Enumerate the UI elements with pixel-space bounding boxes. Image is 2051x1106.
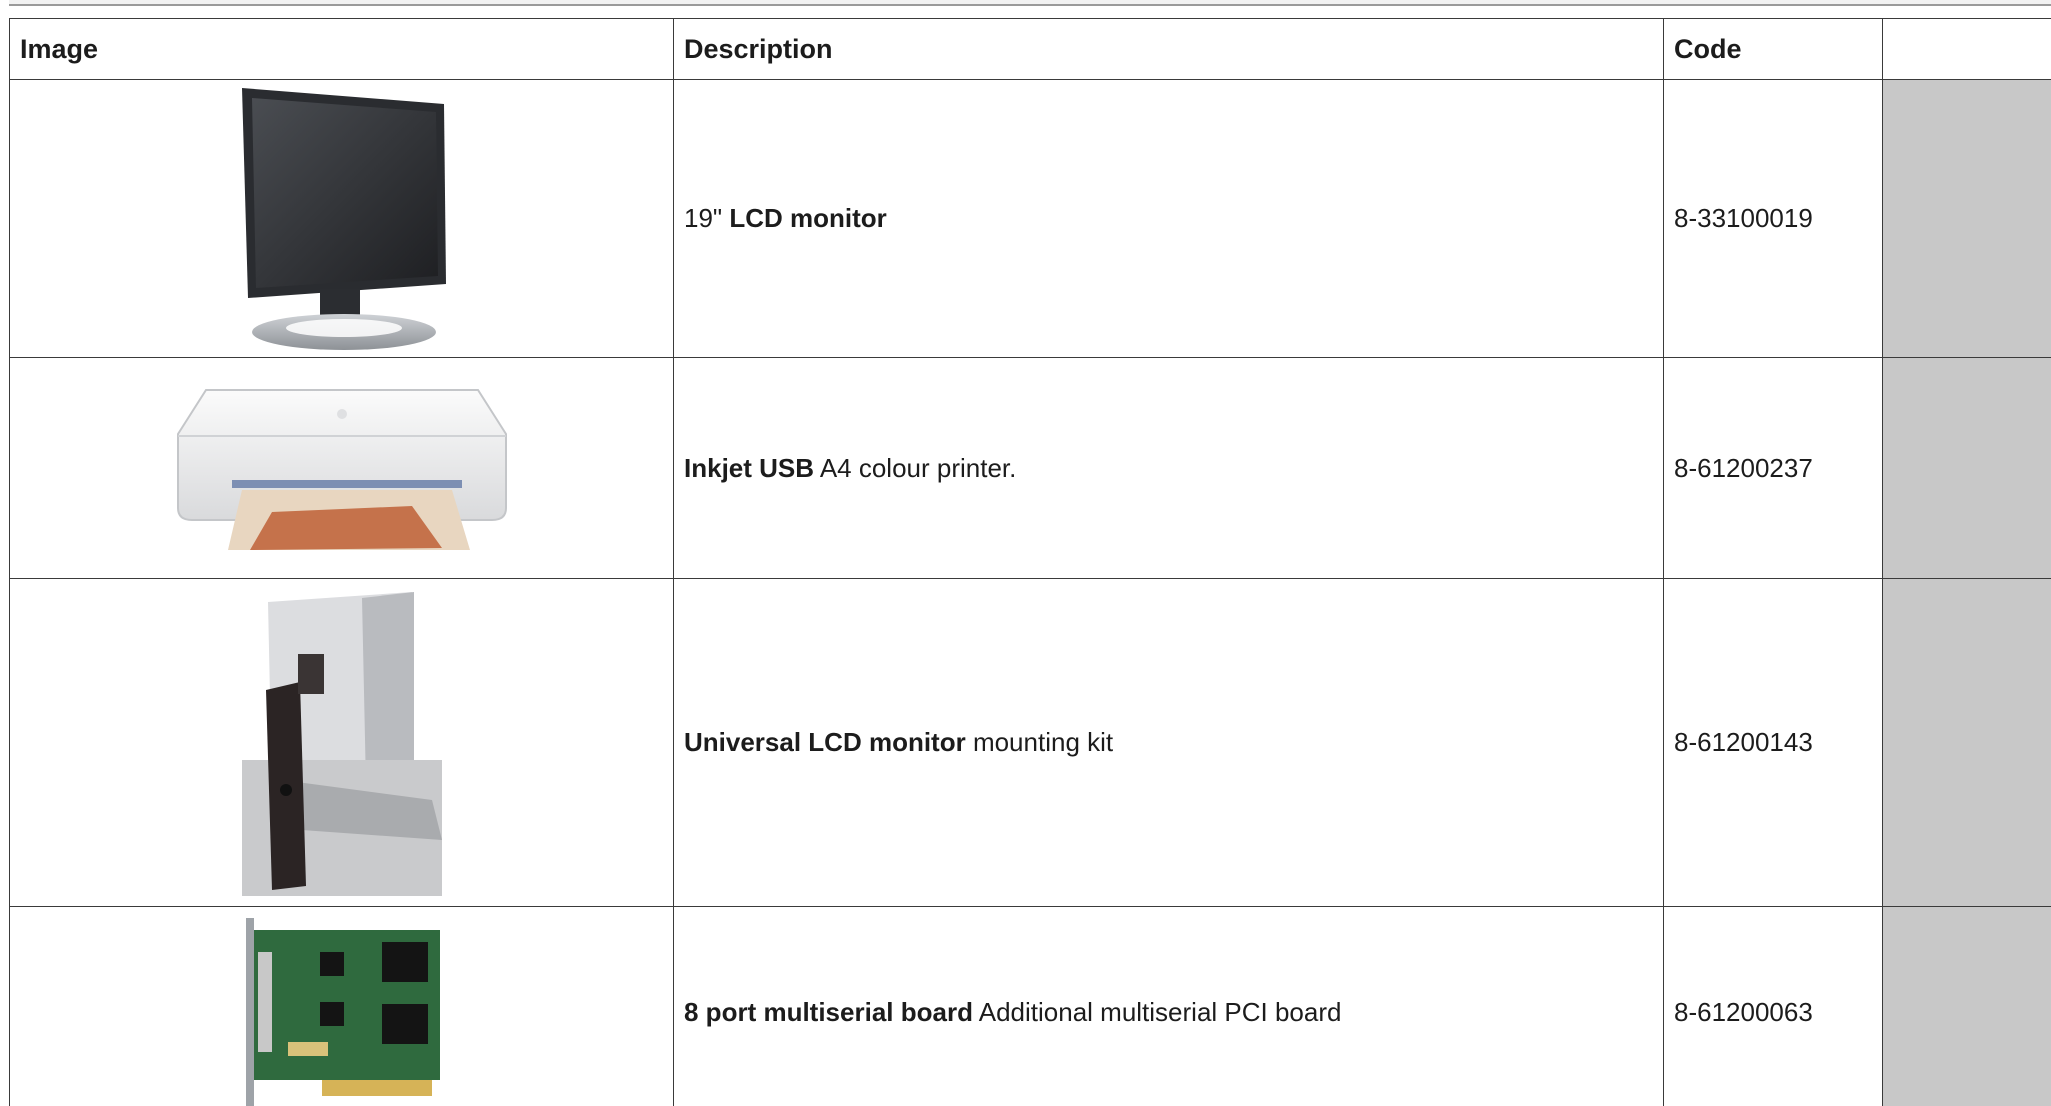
description-bold: 8 port multiserial board <box>684 996 973 1027</box>
lcd-monitor-photo <box>241 87 446 350</box>
extra-cell <box>1882 357 2051 579</box>
image-cell <box>9 906 674 1106</box>
image-cell <box>9 578 674 907</box>
table-row: Inkjet USB A4 colour printer. 8-61200237 <box>9 357 2051 579</box>
monitor-mounting-kit-photo <box>241 589 442 896</box>
description-suffix: mounting kit <box>965 727 1114 757</box>
header-extra <box>1882 18 2051 80</box>
inkjet-printer-photo <box>176 389 507 550</box>
description-bold: Inkjet USB <box>684 452 815 483</box>
description-cell: Inkjet USB A4 colour printer. <box>673 357 1664 579</box>
multiserial-board-photo <box>245 918 440 1106</box>
description-cell: Universal LCD monitor mounting kit <box>673 578 1664 907</box>
header-code: Code <box>1663 18 1883 80</box>
extra-cell <box>1882 906 2051 1106</box>
image-cell <box>9 79 674 358</box>
extra-cell <box>1882 79 2051 358</box>
description-bold: Universal LCD monitor <box>684 727 966 757</box>
code-cell: 8-61200237 <box>1663 357 1883 579</box>
page-top-band <box>9 0 2051 6</box>
code-cell: 8-61200143 <box>1663 578 1883 907</box>
table-row: 19" LCD monitor 8-33100019 <box>9 79 2051 358</box>
description-bold: LCD monitor <box>729 203 887 233</box>
table-row: Universal LCD monitor mounting kit 8-612… <box>9 578 2051 907</box>
code-cell: 8-33100019 <box>1663 79 1883 358</box>
product-table: Image Description Code 19" LCD monitor 8… <box>9 18 2051 1106</box>
header-description: Description <box>673 18 1664 80</box>
header-image: Image <box>9 18 674 80</box>
description-prefix: 19" <box>684 203 730 233</box>
description-cell: 8 port multiserial board Additional mult… <box>673 906 1664 1106</box>
product-table-container: Image Description Code 19" LCD monitor 8… <box>9 18 2051 1106</box>
description-suffix: A4 colour printer. <box>814 452 1017 483</box>
code-cell: 8-61200063 <box>1663 906 1883 1106</box>
description-suffix: Additional multiserial PCI board <box>972 996 1342 1027</box>
table-row: 8 port multiserial board Additional mult… <box>9 906 2051 1106</box>
header-row: Image Description Code <box>9 18 2051 80</box>
image-cell <box>9 357 674 579</box>
extra-cell <box>1882 578 2051 907</box>
description-cell: 19" LCD monitor <box>673 79 1664 358</box>
